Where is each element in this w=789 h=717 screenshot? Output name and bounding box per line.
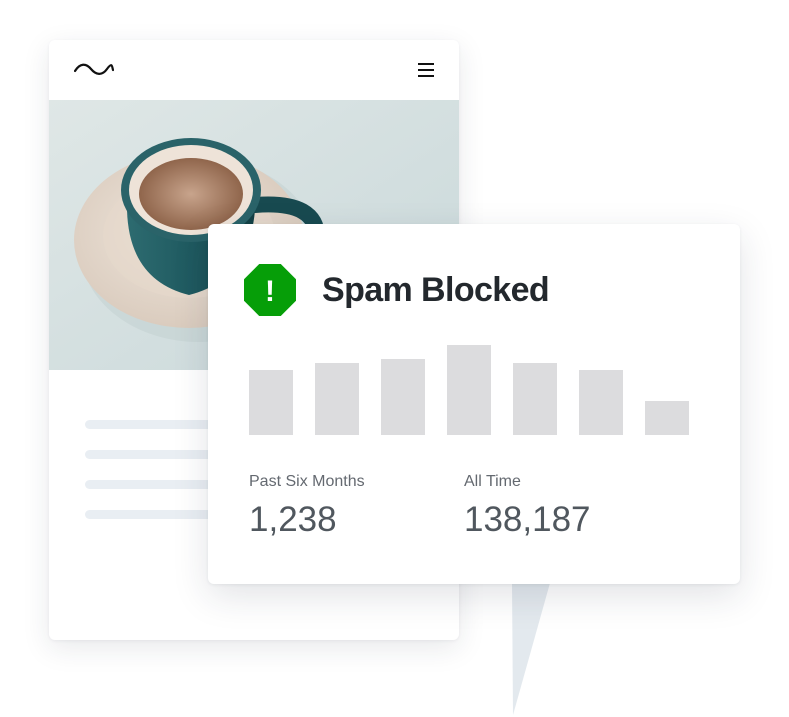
- chart-bar: [381, 359, 425, 435]
- alert-octagon-icon: !: [244, 264, 296, 316]
- chart-bar: [447, 345, 491, 435]
- card-pointer: [512, 583, 550, 715]
- bar-chart: [249, 340, 699, 435]
- placeholder-text-line: [85, 480, 225, 489]
- chart-bar: [579, 370, 623, 435]
- wave-logo-icon[interactable]: [73, 62, 115, 83]
- placeholder-text-line: [85, 510, 225, 519]
- stat-past-six-months: Past Six Months 1,238: [249, 472, 365, 542]
- spam-blocked-card: ! Spam Blocked Past Six Months 1,238 All…: [208, 224, 740, 584]
- chart-bar: [315, 363, 359, 435]
- hamburger-menu-icon[interactable]: [417, 62, 435, 83]
- site-header: [49, 40, 459, 100]
- stat-value: 1,238: [249, 500, 337, 539]
- stat-label: Past Six Months: [249, 473, 365, 490]
- stat-value: 138,187: [464, 500, 591, 539]
- stat-all-time: All Time 138,187: [464, 472, 591, 542]
- stat-label: All Time: [464, 473, 521, 490]
- placeholder-text-line: [85, 420, 225, 429]
- chart-bar: [249, 370, 293, 435]
- chart-bar: [645, 401, 689, 435]
- card-title: Spam Blocked: [322, 271, 550, 309]
- chart-bar: [513, 363, 557, 435]
- badge-symbol: !: [265, 275, 275, 308]
- placeholder-text-line: [85, 450, 225, 459]
